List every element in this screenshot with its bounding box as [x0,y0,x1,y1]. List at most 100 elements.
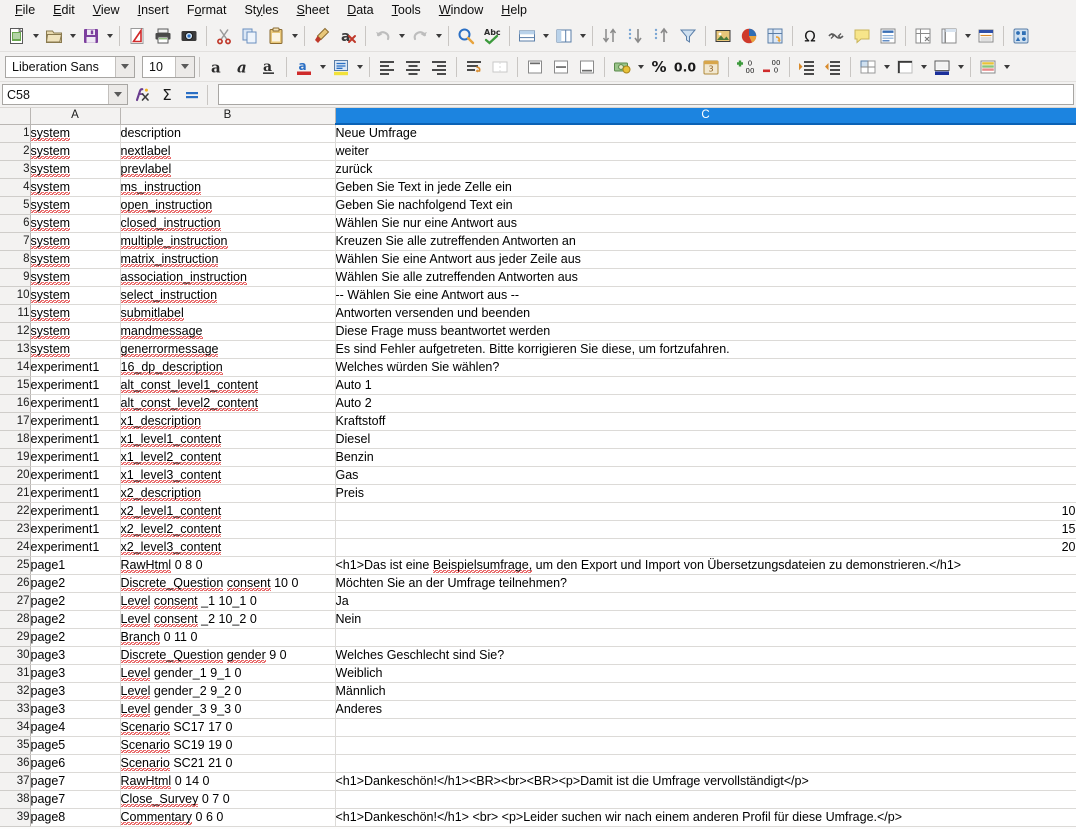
cell-b28[interactable]: Level consent _2 10_2 0 [120,610,336,629]
highlighting-color-icon[interactable] [329,55,353,79]
row-header-5[interactable]: 5 [0,196,31,215]
cell-b19[interactable]: x1_level2_content [120,448,336,467]
cell-b37[interactable]: RawHtml 0 14 0 [120,772,336,791]
currency-format-icon[interactable] [610,55,634,79]
row-header-15[interactable]: 15 [0,376,31,395]
cell-b7[interactable]: multiple_instruction [120,232,336,251]
cell-a10[interactable]: system [30,286,121,305]
cell-b21[interactable]: x2_description [120,484,336,503]
cell-a34[interactable]: page4 [30,718,121,737]
save-icon[interactable] [79,24,103,48]
align-center-icon[interactable] [401,55,425,79]
chevron-down-icon[interactable] [108,85,127,104]
cell-c2[interactable]: weiter [335,142,1076,161]
special-character-icon[interactable]: Ω [798,24,822,48]
cell-b2[interactable]: nextlabel [120,142,336,161]
chevron-down-icon[interactable] [577,24,588,48]
column-header-c[interactable]: C [335,108,1076,125]
chevron-down-icon[interactable] [433,24,444,48]
cell-a3[interactable]: system [30,160,121,179]
row-header-6[interactable]: 6 [0,214,31,233]
cell-a23[interactable]: experiment1 [30,520,121,539]
conditional-formatting-icon[interactable] [976,55,1000,79]
wrap-text-icon[interactable] [462,55,486,79]
cell-b14[interactable]: 16_dp_description [120,358,336,377]
menu-item-view[interactable]: View [84,1,129,20]
define-print-area-icon[interactable] [974,24,998,48]
chevron-down-icon[interactable] [67,24,78,48]
cell-c9[interactable]: Wählen Sie alle zutreffenden Antworten a… [335,268,1076,287]
border-style-icon[interactable] [893,55,917,79]
row-header-37[interactable]: 37 [0,772,31,791]
font-size-combobox[interactable]: 10 [142,55,195,78]
cell-c5[interactable]: Geben Sie nachfolgend Text ein [335,196,1076,215]
menu-item-insert[interactable]: Insert [129,1,178,20]
sort-descending-icon[interactable] [650,24,674,48]
cell-c39[interactable]: <h1>Dankeschön!</h1> <br> <p>Leider such… [335,808,1076,827]
spreadsheet-grid[interactable]: ABC 1 system description Neue Umfrage 2 syste… [0,108,1076,827]
cell-a31[interactable]: page3 [30,664,121,683]
formula-input-line[interactable] [218,84,1074,105]
cell-c7[interactable]: Kreuzen Sie alle zutreffenden Antworten … [335,232,1076,251]
cell-c30[interactable]: Welches Geschlecht sind Sie? [335,646,1076,665]
cell-a28[interactable]: page2 [30,610,121,629]
cell-b20[interactable]: x1_level3_content [120,466,336,485]
cell-b29[interactable]: Branch 0 11 0 [120,628,336,647]
cell-a35[interactable]: page5 [30,736,121,755]
chevron-down-icon[interactable] [175,56,194,77]
row-header-26[interactable]: 26 [0,574,31,593]
menu-item-format[interactable]: Format [178,1,236,20]
row-header-23[interactable]: 23 [0,520,31,539]
cell-c29[interactable] [335,628,1076,647]
cell-c6[interactable]: Wählen Sie nur eine Antwort aus [335,214,1076,233]
cell-a30[interactable]: page3 [30,646,121,665]
cell-c11[interactable]: Antworten versenden und beenden [335,304,1076,323]
cell-a21[interactable]: experiment1 [30,484,121,503]
cell-c3[interactable]: zurück [335,160,1076,179]
add-decimal-place-icon[interactable]: 0 00 [734,55,758,79]
row-header-39[interactable]: 39 [0,808,31,827]
decrease-indent-icon[interactable] [821,55,845,79]
row-header-30[interactable]: 30 [0,646,31,665]
row-header-1[interactable]: 1 [0,124,31,143]
menu-item-file[interactable]: File [6,1,44,20]
pivot-table-icon[interactable] [763,24,787,48]
cell-b26[interactable]: Discrete_Question consent 10 0 [120,574,336,593]
find-replace-icon[interactable] [454,24,478,48]
insert-image-icon[interactable] [711,24,735,48]
cell-b1[interactable]: description [120,124,336,143]
cell-a18[interactable]: experiment1 [30,430,121,449]
row-header-11[interactable]: 11 [0,304,31,323]
cell-c14[interactable]: Welches würden Sie wählen? [335,358,1076,377]
delete-decimal-place-icon[interactable]: 00 0 [760,55,784,79]
row-header-27[interactable]: 27 [0,592,31,611]
cell-a14[interactable]: experiment1 [30,358,121,377]
font-color-icon[interactable]: a [292,55,316,79]
cell-b32[interactable]: Level gender_2 9_2 0 [120,682,336,701]
cell-b12[interactable]: mandmessage [120,322,336,341]
cell-b33[interactable]: Level gender_3 9_3 0 [120,700,336,719]
cell-b5[interactable]: open_instruction [120,196,336,215]
cell-c17[interactable]: Kraftstoff [335,412,1076,431]
cell-b27[interactable]: Level consent _1 10_1 0 [120,592,336,611]
cell-b39[interactable]: Commentary 0 6 0 [120,808,336,827]
cell-c23[interactable]: 15 [335,520,1076,539]
row-header-7[interactable]: 7 [0,232,31,251]
row-header-17[interactable]: 17 [0,412,31,431]
cell-c24[interactable]: 20 [335,538,1076,557]
chevron-down-icon[interactable] [115,56,134,77]
cell-c28[interactable]: Nein [335,610,1076,629]
cell-c27[interactable]: Ja [335,592,1076,611]
cell-a29[interactable]: page2 [30,628,121,647]
row-header-34[interactable]: 34 [0,718,31,737]
cell-b6[interactable]: closed_instruction [120,214,336,233]
row-header-16[interactable]: 16 [0,394,31,413]
sort-ascending-icon[interactable] [624,24,648,48]
cell-a25[interactable]: page1 [30,556,121,575]
cell-c33[interactable]: Anderes [335,700,1076,719]
cell-a19[interactable]: experiment1 [30,448,121,467]
row-header-21[interactable]: 21 [0,484,31,503]
formula-equals-icon[interactable] [181,84,203,106]
hyperlink-icon[interactable] [824,24,848,48]
show-draw-functions-icon[interactable] [1009,24,1033,48]
